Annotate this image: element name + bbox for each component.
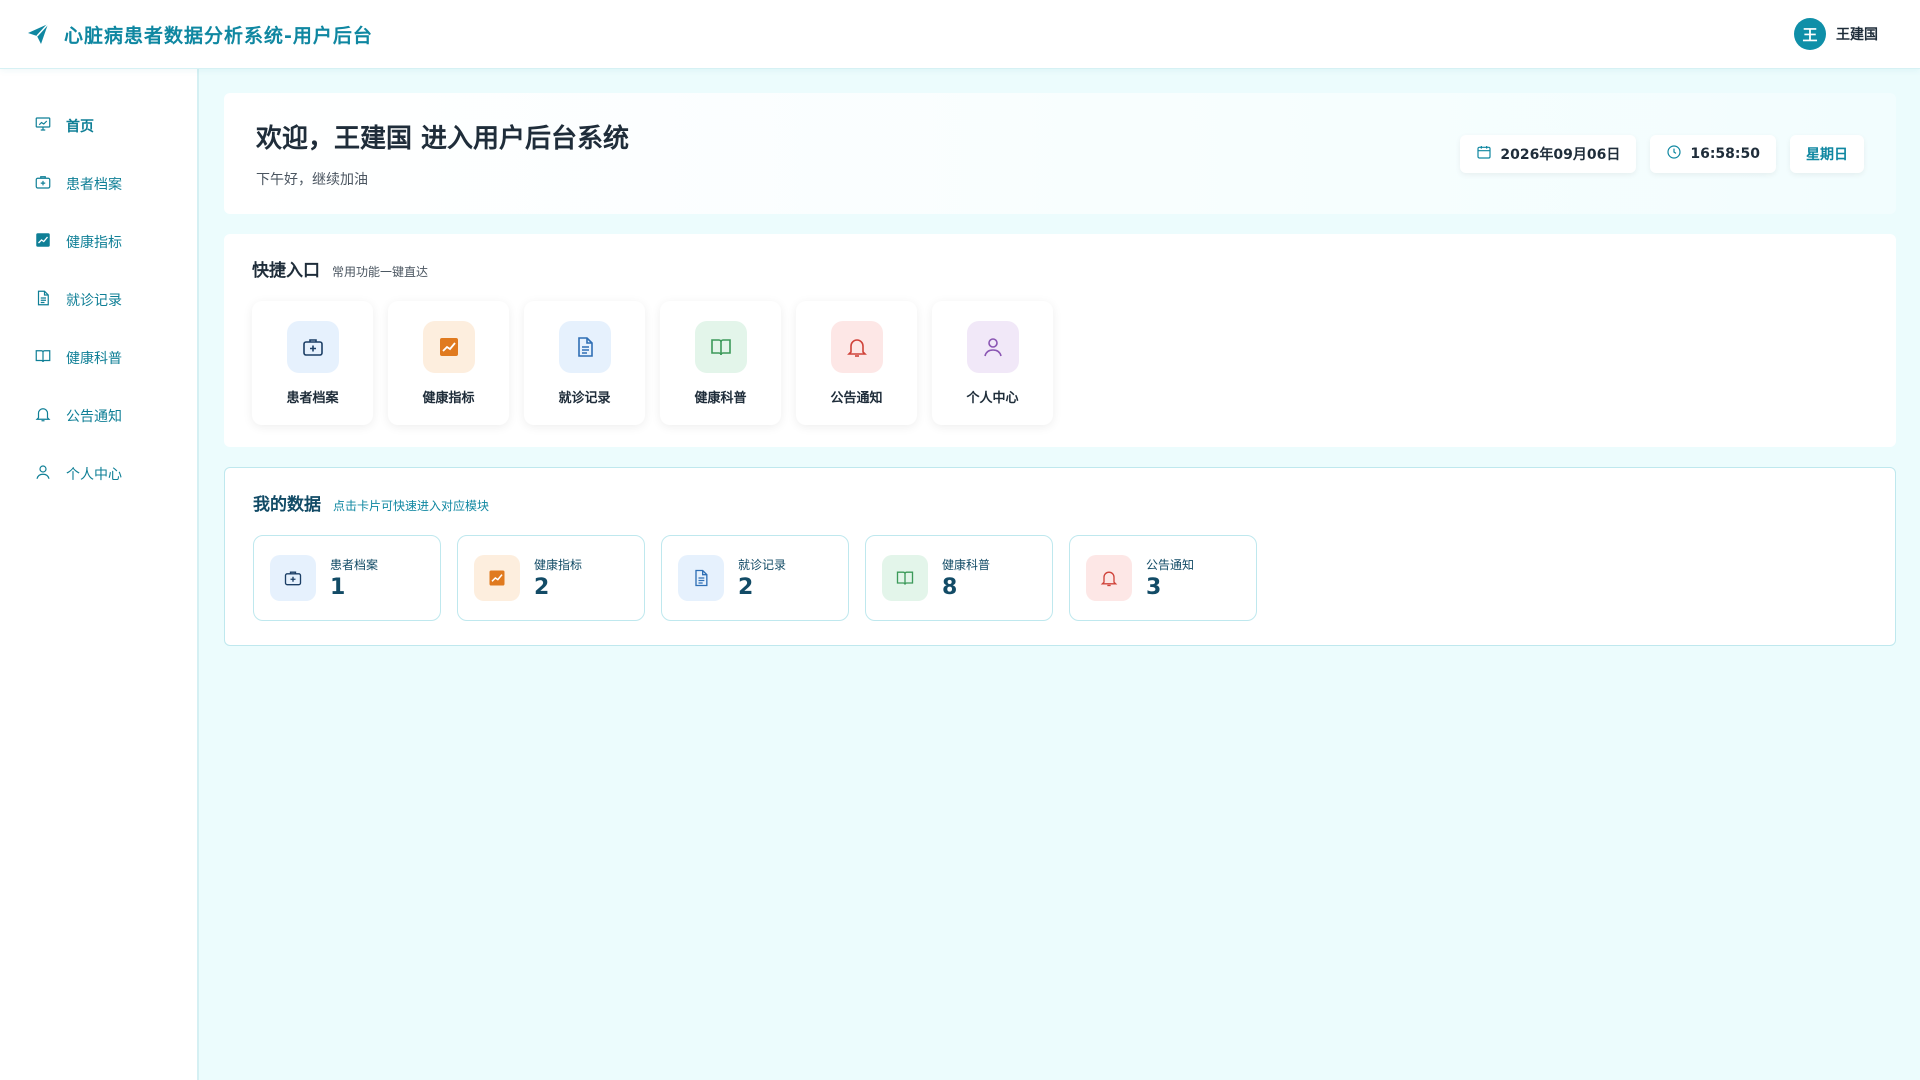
data-card-value: 8 bbox=[942, 575, 958, 600]
date-chip: 2026年09月06日 bbox=[1460, 134, 1637, 173]
quick-card-profile[interactable]: 个人中心 bbox=[932, 301, 1053, 425]
data-card-text: 就诊记录 2 bbox=[738, 556, 786, 600]
sidebar-item-label: 健康指标 bbox=[66, 235, 122, 251]
sidebar-item-visit-records[interactable]: 就诊记录 bbox=[0, 271, 197, 329]
sidebar-item-patient-records[interactable]: 患者档案 bbox=[0, 155, 197, 213]
quick-card-notices[interactable]: 公告通知 bbox=[796, 301, 917, 425]
bell-icon bbox=[1086, 555, 1132, 601]
weekday-text: 星期日 bbox=[1806, 146, 1848, 163]
book-icon bbox=[882, 555, 928, 601]
time-chip: 16:58:50 bbox=[1650, 134, 1776, 173]
sidebar-item-home[interactable]: 首页 bbox=[0, 97, 197, 155]
document-icon bbox=[34, 289, 52, 311]
quick-entry-grid: 患者档案 健康指标 就诊记录 健康科普 公告通知 个人中心 bbox=[252, 301, 1868, 425]
medical-case-icon bbox=[286, 320, 339, 373]
data-card-value: 2 bbox=[534, 575, 550, 600]
sidebar-item-profile[interactable]: 个人中心 bbox=[0, 445, 197, 503]
data-card-text: 公告通知 3 bbox=[1146, 556, 1194, 600]
quick-entry-subtitle: 常用功能一键直达 bbox=[332, 265, 429, 279]
my-data-grid: 患者档案 1 健康指标 2 就诊记录 2 健康科普 8 公告通知 3 bbox=[253, 535, 1867, 621]
data-card-health-education[interactable]: 健康科普 8 bbox=[865, 535, 1053, 621]
data-card-notices[interactable]: 公告通知 3 bbox=[1069, 535, 1257, 621]
sidebar-item-label: 公告通知 bbox=[66, 409, 122, 425]
data-card-health-metrics[interactable]: 健康指标 2 bbox=[457, 535, 645, 621]
chart-icon bbox=[474, 555, 520, 601]
medical-case-icon bbox=[270, 555, 316, 601]
chart-icon bbox=[34, 231, 52, 253]
weekday-chip: 星期日 bbox=[1790, 134, 1864, 173]
datetime-group: 2026年09月06日 16:58:50 星期日 bbox=[1460, 134, 1864, 173]
sidebar-item-health-education[interactable]: 健康科普 bbox=[0, 329, 197, 387]
quick-card-patient-records[interactable]: 患者档案 bbox=[252, 301, 373, 425]
chart-icon bbox=[422, 320, 475, 373]
book-icon bbox=[694, 320, 747, 373]
quick-card-visit-records[interactable]: 就诊记录 bbox=[524, 301, 645, 425]
my-data-panel: 我的数据 点击卡片可快速进入对应模块 患者档案 1 健康指标 2 就诊记录 2 … bbox=[224, 467, 1896, 646]
quick-card-label: 公告通知 bbox=[830, 390, 883, 406]
data-card-label: 公告通知 bbox=[1146, 558, 1195, 572]
calendar-icon bbox=[1476, 144, 1492, 164]
quick-card-label: 健康指标 bbox=[422, 390, 475, 406]
quick-entry-header: 快捷入口 常用功能一键直达 bbox=[252, 256, 1868, 281]
my-data-title: 我的数据 bbox=[253, 495, 321, 515]
paper-plane-icon bbox=[26, 22, 50, 46]
username[interactable]: 王建国 bbox=[1836, 24, 1878, 44]
quick-card-label: 患者档案 bbox=[286, 390, 339, 406]
data-card-label: 就诊记录 bbox=[738, 558, 787, 572]
quick-card-label: 个人中心 bbox=[966, 390, 1019, 406]
bell-icon bbox=[34, 405, 52, 427]
welcome-banner: 欢迎，王建国 进入用户后台系统 下午好，继续加油 2026年09月06日 16:… bbox=[224, 93, 1896, 214]
data-card-label: 患者档案 bbox=[330, 558, 379, 572]
quick-card-health-metrics[interactable]: 健康指标 bbox=[388, 301, 509, 425]
document-icon bbox=[558, 320, 611, 373]
data-card-value: 1 bbox=[330, 575, 346, 600]
top-header: 心脏病患者数据分析系统-用户后台 王 王建国 bbox=[0, 0, 1920, 69]
main-content: 欢迎，王建国 进入用户后台系统 下午好，继续加油 2026年09月06日 16:… bbox=[224, 93, 1896, 646]
user-menu[interactable]: 王 王建国 bbox=[1794, 18, 1894, 50]
app-title: 心脏病患者数据分析系统-用户后台 bbox=[64, 24, 373, 47]
sidebar-item-label: 首页 bbox=[66, 119, 94, 135]
medical-case-icon bbox=[34, 173, 52, 195]
welcome-subtitle: 下午好，继续加油 bbox=[256, 172, 368, 188]
avatar[interactable]: 王 bbox=[1794, 18, 1826, 50]
welcome-text: 欢迎，王建国 进入用户后台系统 下午好，继续加油 bbox=[256, 118, 629, 189]
data-card-value: 2 bbox=[738, 575, 754, 600]
quick-entry-panel: 快捷入口 常用功能一键直达 患者档案 健康指标 就诊记录 健康科普 公告通知 个… bbox=[224, 234, 1896, 447]
data-card-patient-records[interactable]: 患者档案 1 bbox=[253, 535, 441, 621]
data-card-label: 健康指标 bbox=[534, 558, 583, 572]
document-icon bbox=[678, 555, 724, 601]
sidebar: 首页 患者档案 健康指标 就诊记录 健康科普 公告通知 个人中心 bbox=[0, 69, 199, 1080]
presentation-icon bbox=[34, 115, 52, 137]
brand[interactable]: 心脏病患者数据分析系统-用户后台 bbox=[26, 21, 373, 48]
data-card-value: 3 bbox=[1146, 575, 1162, 600]
sidebar-item-label: 就诊记录 bbox=[66, 293, 122, 309]
sidebar-item-label: 健康科普 bbox=[66, 351, 122, 367]
user-icon bbox=[966, 320, 1019, 373]
quick-entry-title: 快捷入口 bbox=[252, 261, 320, 281]
clock-icon bbox=[1666, 144, 1682, 164]
user-icon bbox=[34, 463, 52, 485]
time-text: 16:58:50 bbox=[1690, 145, 1760, 162]
quick-card-label: 健康科普 bbox=[694, 390, 747, 406]
data-card-visit-records[interactable]: 就诊记录 2 bbox=[661, 535, 849, 621]
data-card-text: 患者档案 1 bbox=[330, 556, 378, 600]
date-text: 2026年09月06日 bbox=[1500, 146, 1621, 163]
data-card-label: 健康科普 bbox=[942, 558, 991, 572]
sidebar-item-label: 个人中心 bbox=[66, 467, 122, 483]
sidebar-item-notices[interactable]: 公告通知 bbox=[0, 387, 197, 445]
my-data-subtitle: 点击卡片可快速进入对应模块 bbox=[333, 499, 490, 513]
welcome-title: 欢迎，王建国 进入用户后台系统 bbox=[256, 124, 630, 154]
book-icon bbox=[34, 347, 52, 369]
sidebar-item-label: 患者档案 bbox=[66, 177, 122, 193]
quick-card-health-education[interactable]: 健康科普 bbox=[660, 301, 781, 425]
bell-icon bbox=[830, 320, 883, 373]
sidebar-item-health-metrics[interactable]: 健康指标 bbox=[0, 213, 197, 271]
quick-card-label: 就诊记录 bbox=[558, 390, 611, 406]
data-card-text: 健康科普 8 bbox=[942, 556, 990, 600]
data-card-text: 健康指标 2 bbox=[534, 556, 582, 600]
my-data-header: 我的数据 点击卡片可快速进入对应模块 bbox=[253, 490, 1867, 515]
